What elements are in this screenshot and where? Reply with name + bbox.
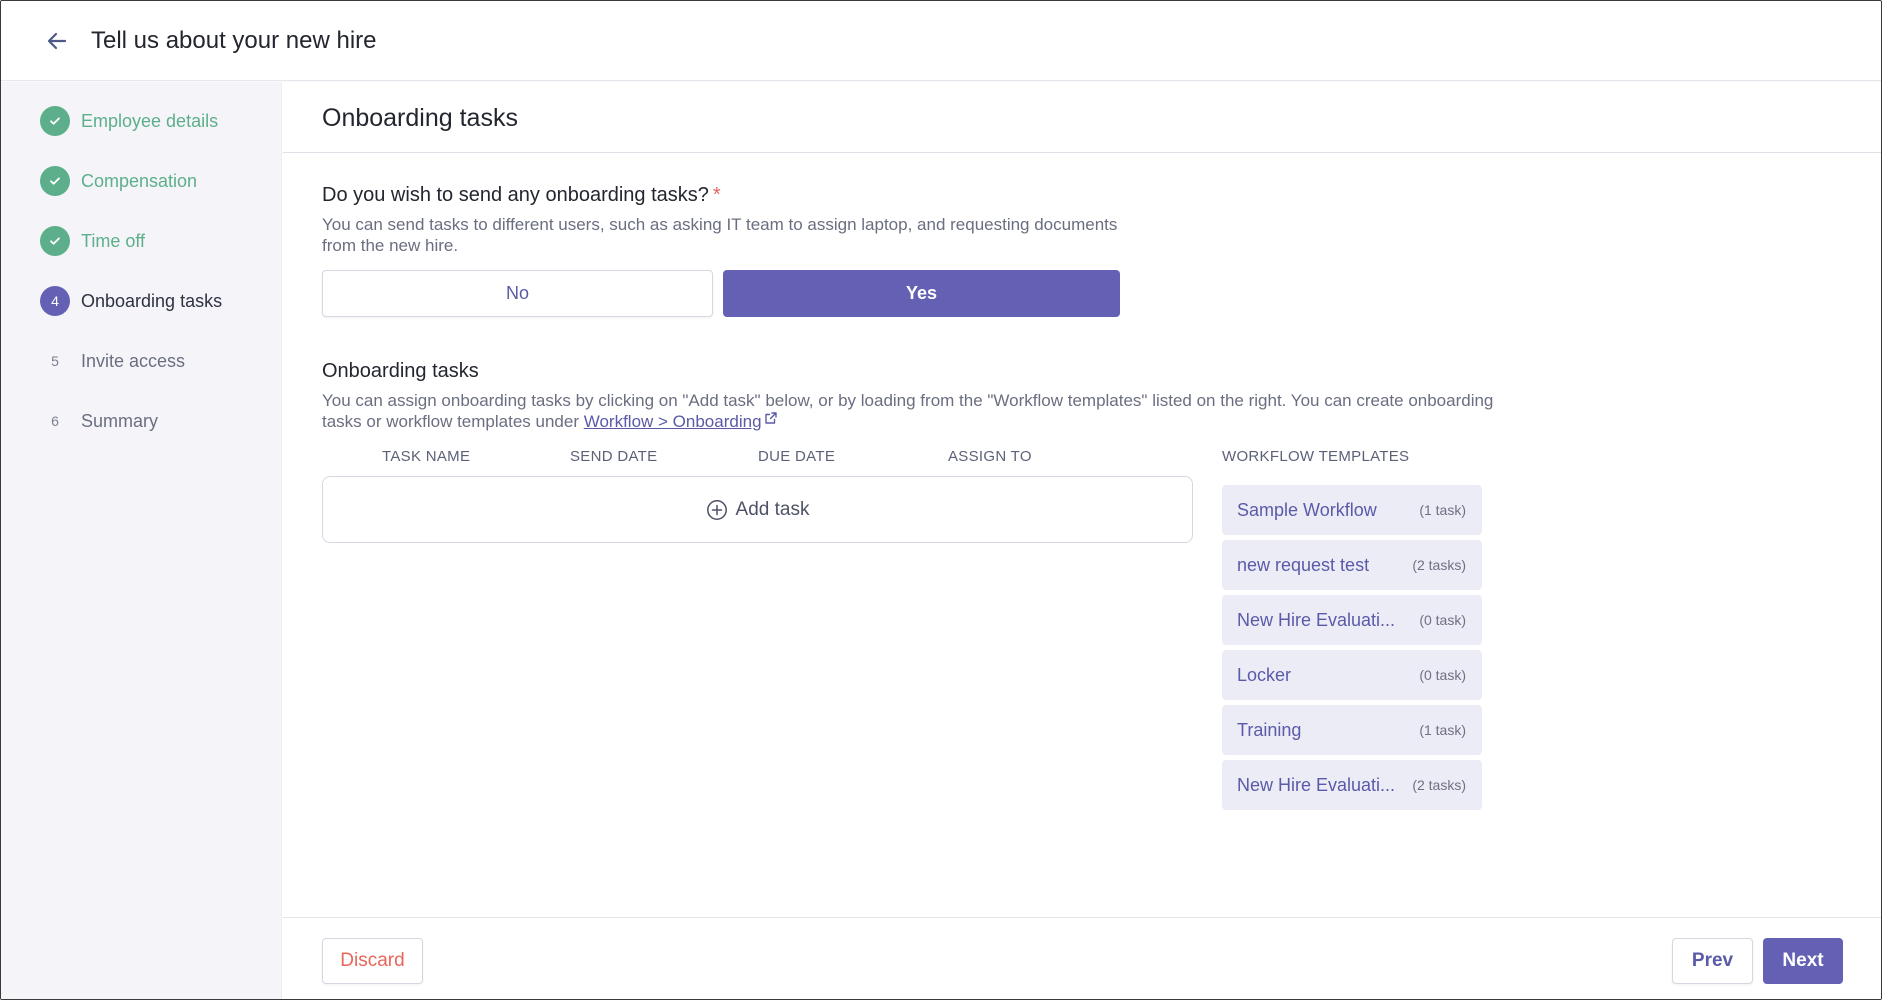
column-header-send-date: SEND DATE bbox=[570, 448, 658, 465]
footer-bar: Discard Prev Next bbox=[283, 917, 1881, 999]
workflow-template-item[interactable]: Sample Workflow (1 task) bbox=[1222, 485, 1482, 535]
external-link-icon bbox=[764, 412, 777, 424]
step-time-off[interactable]: Time off bbox=[40, 226, 145, 256]
discard-button[interactable]: Discard bbox=[322, 938, 423, 984]
template-task-count: (0 task) bbox=[1419, 612, 1466, 628]
step-summary[interactable]: 6 Summary bbox=[40, 406, 158, 436]
app-window: Tell us about your new hire Employee det… bbox=[0, 0, 1882, 1000]
column-header-assign-to: ASSIGN TO bbox=[948, 448, 1032, 465]
add-task-button[interactable]: Add task bbox=[322, 476, 1193, 543]
template-name: New Hire Evaluati... bbox=[1237, 774, 1396, 795]
question-description: You can send tasks to different users, s… bbox=[322, 215, 1118, 255]
step-onboarding-tasks[interactable]: 4 Onboarding tasks bbox=[40, 286, 222, 316]
column-header-due-date: DUE DATE bbox=[758, 448, 836, 465]
workflow-onboarding-link[interactable]: Workflow > Onboarding bbox=[584, 412, 762, 431]
step-label: Summary bbox=[81, 410, 159, 431]
section-header: Onboarding tasks bbox=[283, 82, 1881, 153]
template-name: Training bbox=[1237, 719, 1302, 740]
step-label: Compensation bbox=[81, 170, 198, 191]
template-name: new request test bbox=[1237, 554, 1370, 575]
template-name: New Hire Evaluati... bbox=[1237, 609, 1396, 630]
template-task-count: (1 task) bbox=[1419, 502, 1466, 518]
step-compensation[interactable]: Compensation bbox=[40, 166, 197, 196]
workflow-templates-list: Sample Workflow (1 task) new request tes… bbox=[1222, 485, 1482, 815]
onboarding-tasks-description: You can assign onboarding tasks by click… bbox=[322, 390, 1502, 432]
add-task-content: Add task bbox=[706, 498, 810, 521]
page-title: Tell us about your new hire bbox=[91, 27, 377, 54]
check-icon bbox=[40, 106, 70, 136]
stepper-sidebar: Employee details Compensation Time off 4… bbox=[1, 82, 282, 999]
step-label: Onboarding tasks bbox=[81, 290, 223, 311]
check-icon bbox=[40, 166, 70, 196]
step-label: Employee details bbox=[81, 110, 219, 131]
arrow-left-icon bbox=[47, 32, 67, 50]
template-task-count: (2 tasks) bbox=[1412, 777, 1466, 793]
column-header-task-name: TASK NAME bbox=[382, 448, 471, 465]
next-button[interactable]: Next bbox=[1763, 938, 1843, 984]
step-label: Invite access bbox=[81, 350, 186, 371]
step-label: Time off bbox=[81, 230, 146, 251]
step-employee-details[interactable]: Employee details bbox=[40, 106, 218, 136]
template-name: Locker bbox=[1237, 664, 1292, 685]
prev-button[interactable]: Prev bbox=[1672, 938, 1753, 984]
top-header: Tell us about your new hire bbox=[1, 1, 1881, 81]
section-title: Onboarding tasks bbox=[322, 104, 518, 132]
template-name: Sample Workflow bbox=[1237, 499, 1377, 520]
question-text: Do you wish to send any onboarding tasks… bbox=[322, 184, 709, 206]
template-task-count: (1 task) bbox=[1419, 722, 1466, 738]
workflow-template-item[interactable]: Training (1 task) bbox=[1222, 705, 1482, 755]
description-text: You can assign onboarding tasks by click… bbox=[322, 391, 1494, 431]
main-content: Onboarding tasks Do you wish to send any… bbox=[283, 82, 1881, 999]
no-option-button[interactable]: No bbox=[322, 270, 713, 317]
workflow-template-item[interactable]: Locker (0 task) bbox=[1222, 650, 1482, 700]
yes-option-button[interactable]: Yes bbox=[723, 270, 1120, 317]
add-task-label: Add task bbox=[735, 498, 810, 520]
template-task-count: (2 tasks) bbox=[1412, 557, 1466, 573]
step-number-badge: 4 bbox=[40, 286, 70, 316]
plus-circle-icon bbox=[706, 499, 728, 521]
required-mark: * bbox=[712, 184, 721, 206]
workflow-template-item[interactable]: New Hire Evaluati... (2 tasks) bbox=[1222, 760, 1482, 810]
question-title: Do you wish to send any onboarding tasks… bbox=[322, 184, 721, 207]
check-icon bbox=[40, 226, 70, 256]
workflow-template-item[interactable]: New Hire Evaluati... (0 task) bbox=[1222, 595, 1482, 645]
template-task-count: (0 task) bbox=[1419, 667, 1466, 683]
back-button[interactable] bbox=[41, 25, 73, 57]
onboarding-tasks-title: Onboarding tasks bbox=[322, 360, 479, 382]
step-number-badge: 5 bbox=[51, 353, 59, 369]
step-number-badge: 6 bbox=[51, 413, 59, 429]
workflow-template-item[interactable]: new request test (2 tasks) bbox=[1222, 540, 1482, 590]
step-invite-access[interactable]: 5 Invite access bbox=[40, 346, 185, 376]
workflow-templates-header: WORKFLOW TEMPLATES bbox=[1222, 448, 1410, 465]
